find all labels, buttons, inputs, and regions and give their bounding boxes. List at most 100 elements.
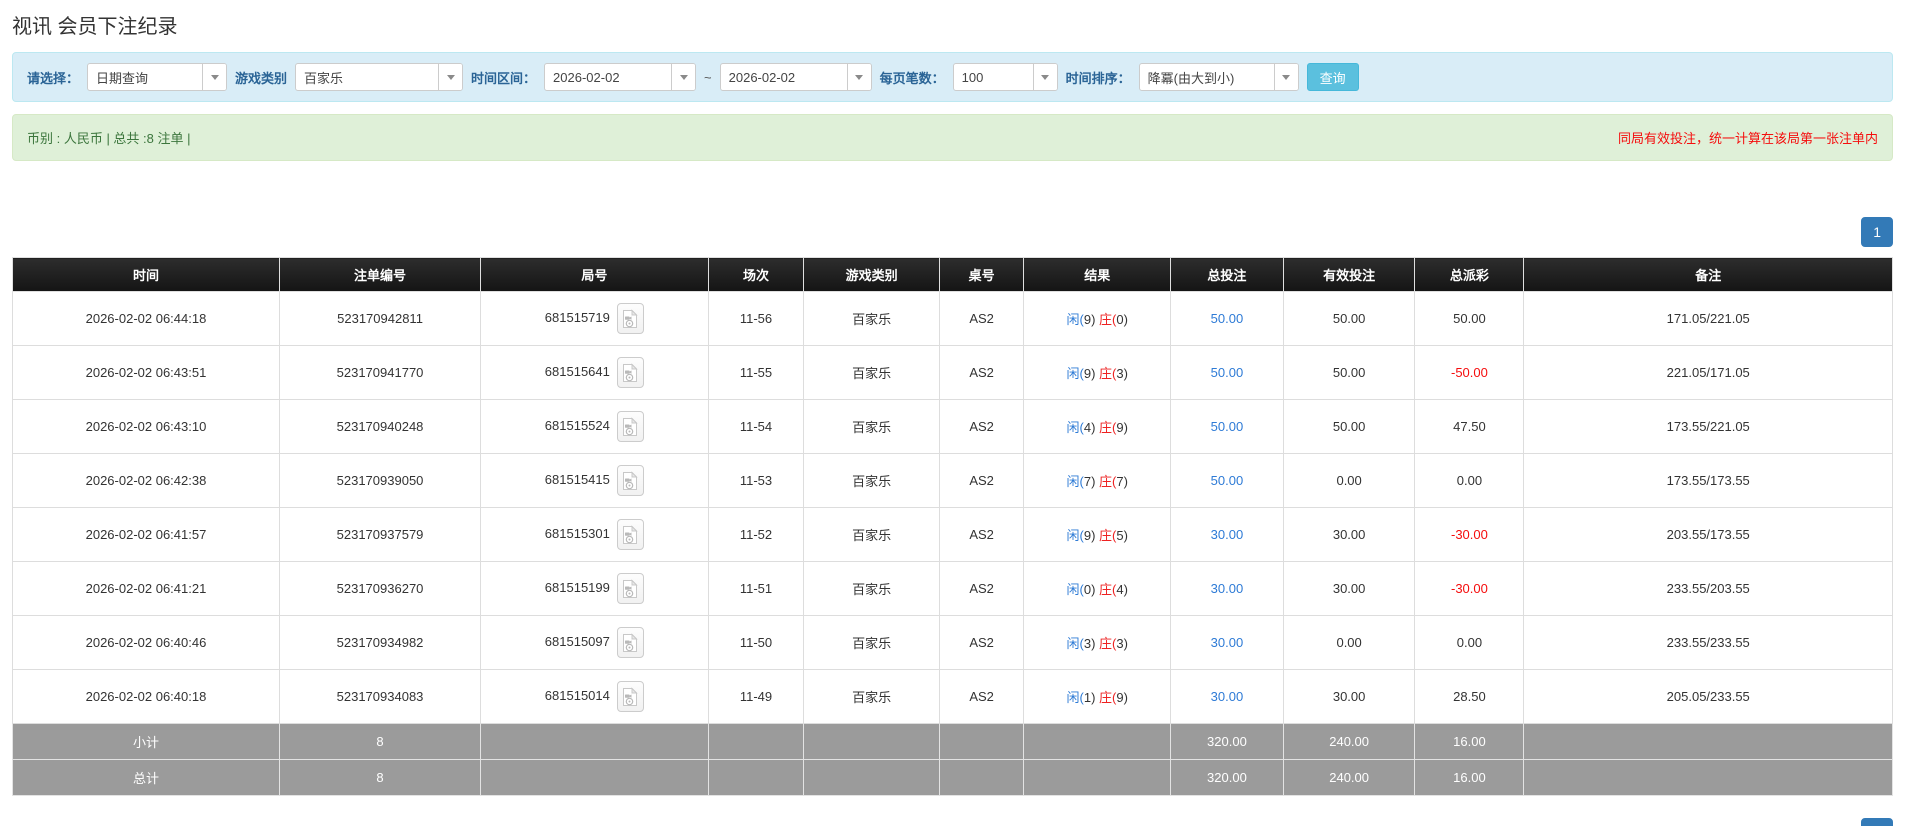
table-row: 2026-02-02 06:43:10 523170940248 6815155… [12, 399, 1893, 454]
video-file-icon [623, 686, 639, 706]
header-remark: 备注 [1523, 257, 1893, 292]
table-header-row: 时间 注单编号 局号 场次 游戏类别 桌号 结果 总投注 有效投注 总派彩 备注 [12, 257, 1893, 292]
cell-valid-bet: 30.00 [1282, 561, 1416, 616]
video-replay-button[interactable] [616, 357, 644, 388]
table-body: 2026-02-02 06:44:18 523170942811 6815157… [12, 291, 1893, 724]
cell-payout: 28.50 [1414, 669, 1525, 724]
game-type-label: 游戏类别 [235, 70, 288, 86]
grand-total-valid-bet: 240.00 [1282, 759, 1416, 796]
cell-payout: 50.00 [1414, 291, 1525, 346]
cell-total-bet[interactable]: 50.00 [1170, 399, 1284, 454]
cell-session: 11-51 [707, 561, 805, 616]
cell-result: 闲(9) 庄(5) [1023, 507, 1172, 562]
page-size-select[interactable]: 100 [952, 63, 1058, 91]
video-replay-button[interactable] [616, 627, 644, 658]
date-from-select[interactable]: 2026-02-02 [544, 63, 697, 91]
table-row: 2026-02-02 06:41:57 523170937579 6815153… [12, 507, 1893, 562]
table-row: 2026-02-02 06:43:51 523170941770 6815156… [12, 345, 1893, 400]
cell-time: 2026-02-02 06:44:18 [12, 291, 280, 346]
cell-total-bet[interactable]: 50.00 [1170, 291, 1284, 346]
cell-total-bet[interactable]: 50.00 [1170, 345, 1284, 400]
cell-total-bet[interactable]: 50.00 [1170, 453, 1284, 508]
time-sort-value: 降冪(由大到小) [1147, 70, 1235, 86]
cell-bet-no: 523170939050 [278, 453, 482, 508]
page-1-button[interactable]: 1 [1861, 818, 1893, 826]
table-row: 2026-02-02 06:41:21 523170936270 6815151… [12, 561, 1893, 616]
video-replay-button[interactable] [616, 681, 644, 712]
header-payout: 总派彩 [1414, 257, 1525, 292]
subtotal-empty [803, 723, 940, 760]
cell-remark: 221.05/171.05 [1523, 345, 1893, 400]
date-to-select[interactable]: 2026-02-02 [719, 63, 872, 91]
cell-time: 2026-02-02 06:40:18 [12, 669, 280, 724]
cell-table-no: AS2 [938, 453, 1025, 508]
grand-total-count: 8 [278, 759, 482, 796]
cell-remark: 173.55/221.05 [1523, 399, 1893, 454]
cell-round-no: 681515524 [480, 399, 709, 454]
cell-bet-no: 523170942811 [278, 291, 482, 346]
video-file-icon [623, 470, 639, 490]
video-replay-button[interactable] [616, 411, 644, 442]
cell-total-bet[interactable]: 30.00 [1170, 669, 1284, 724]
cell-bet-no: 523170936270 [278, 561, 482, 616]
cell-game-type: 百家乐 [803, 453, 940, 508]
cell-game-type: 百家乐 [803, 669, 940, 724]
game-type-value: 百家乐 [304, 70, 344, 86]
cell-remark: 233.55/203.55 [1523, 561, 1893, 616]
grand-total-empty [480, 759, 709, 796]
cell-result: 闲(3) 庄(3) [1023, 615, 1172, 670]
cell-payout: 47.50 [1414, 399, 1525, 454]
cell-round-no: 681515097 [480, 615, 709, 670]
table-row: 2026-02-02 06:40:18 523170934083 6815150… [12, 669, 1893, 724]
subtotal-valid-bet: 240.00 [1282, 723, 1416, 760]
video-file-icon [623, 308, 639, 328]
cell-result: 闲(7) 庄(7) [1023, 453, 1172, 508]
video-replay-button[interactable] [616, 519, 644, 550]
cell-session: 11-56 [707, 291, 805, 346]
header-bet-no: 注单编号 [278, 257, 482, 292]
cell-total-bet[interactable]: 30.00 [1170, 507, 1284, 562]
select-type-label: 请选择： [27, 70, 80, 86]
header-table-no: 桌号 [938, 257, 1025, 292]
video-file-icon [623, 362, 639, 382]
cell-game-type: 百家乐 [803, 345, 940, 400]
chevron-down-icon [671, 64, 696, 90]
header-valid-bet: 有效投注 [1282, 257, 1416, 292]
cell-valid-bet: 30.00 [1282, 669, 1416, 724]
header-total-bet: 总投注 [1170, 257, 1284, 292]
video-replay-button[interactable] [616, 573, 644, 604]
date-from-value: 2026-02-02 [553, 69, 620, 85]
video-replay-button[interactable] [616, 303, 644, 334]
pagination-bottom: 1 [12, 818, 1893, 826]
video-file-icon [623, 578, 639, 598]
query-type-select[interactable]: 日期查询 [87, 63, 228, 91]
subtotal-empty [938, 723, 1025, 760]
cell-remark: 173.55/173.55 [1523, 453, 1893, 508]
cell-total-bet[interactable]: 30.00 [1170, 615, 1284, 670]
chevron-down-icon [846, 64, 871, 90]
grand-total-empty [1023, 759, 1172, 796]
query-button[interactable]: 查询 [1306, 63, 1359, 91]
cell-round-no: 681515301 [480, 507, 709, 562]
cell-result: 闲(9) 庄(3) [1023, 345, 1172, 400]
subtotal-empty [1023, 723, 1172, 760]
cell-time: 2026-02-02 06:42:38 [12, 453, 280, 508]
cell-time: 2026-02-02 06:43:51 [12, 345, 280, 400]
time-sort-select[interactable]: 降冪(由大到小) [1138, 63, 1299, 91]
video-replay-button[interactable] [616, 465, 644, 496]
cell-valid-bet: 50.00 [1282, 291, 1416, 346]
game-type-select[interactable]: 百家乐 [295, 63, 464, 91]
grand-total-empty [707, 759, 805, 796]
page-1-button[interactable]: 1 [1861, 217, 1893, 247]
cell-valid-bet: 0.00 [1282, 615, 1416, 670]
cell-table-no: AS2 [938, 507, 1025, 562]
cell-valid-bet: 30.00 [1282, 507, 1416, 562]
cell-payout: 0.00 [1414, 453, 1525, 508]
cell-table-no: AS2 [938, 561, 1025, 616]
table-row: 2026-02-02 06:40:46 523170934982 6815150… [12, 615, 1893, 670]
cell-total-bet[interactable]: 30.00 [1170, 561, 1284, 616]
currency-summary-text: 币别 : 人民币 | 总共 :8 注单 | [27, 131, 191, 146]
video-file-icon [623, 632, 639, 652]
summary-bar: 币别 : 人民币 | 总共 :8 注单 | 同局有效投注，统一计算在该局第一张注… [12, 114, 1893, 161]
page: 视讯 会员下注纪录 请选择： 日期查询 游戏类别 百家乐 时间区间： 2026-… [0, 10, 1905, 826]
